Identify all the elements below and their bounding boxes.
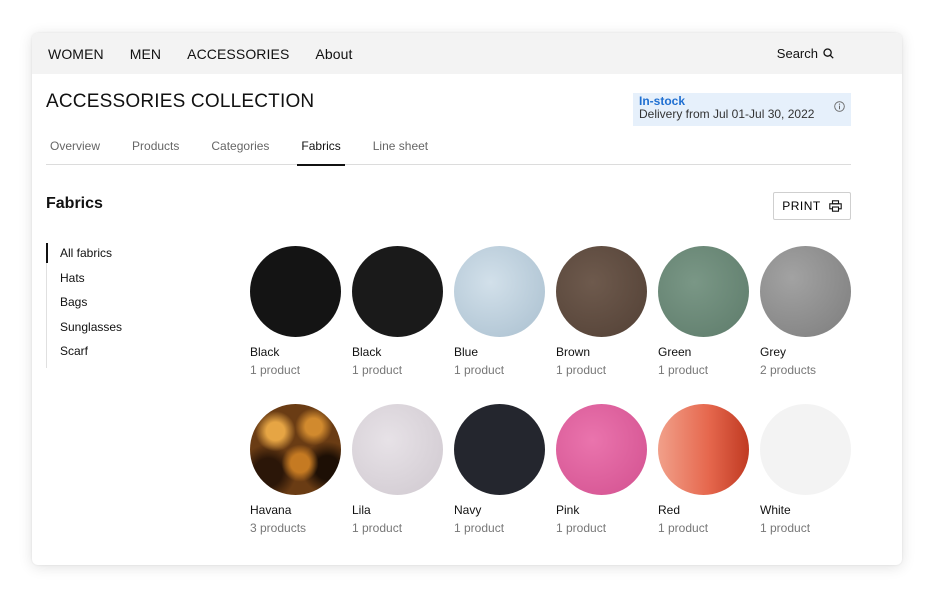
tab-fabrics[interactable]: Fabrics (297, 138, 346, 166)
fabric-name: Blue (454, 345, 479, 359)
fabric-circle (352, 246, 443, 337)
fabric-swatch[interactable]: Havana 3 products (250, 404, 342, 536)
section-title: Fabrics (46, 195, 103, 212)
tab-line-sheet[interactable]: Line sheet (369, 138, 432, 165)
fabric-circle (760, 246, 851, 337)
nav-about[interactable]: About (315, 46, 352, 62)
fabric-swatch[interactable]: Black 1 product (250, 246, 342, 378)
fabric-circle (658, 404, 749, 495)
fabric-circle (658, 246, 749, 337)
fabric-count: 1 product (352, 521, 403, 535)
fabric-swatch[interactable]: Black 1 product (352, 246, 444, 378)
fabric-count: 3 products (250, 521, 307, 535)
sidebar-item-bags[interactable]: Bags (47, 294, 166, 319)
fabric-name: Green (658, 345, 692, 359)
fabric-circle (760, 404, 851, 495)
fabric-count: 1 product (658, 363, 709, 377)
sidebar-item-all-fabrics[interactable]: All fabrics (46, 243, 166, 270)
tab-categories[interactable]: Categories (207, 138, 273, 165)
sidebar-item-hats[interactable]: Hats (47, 270, 166, 295)
fabric-circle (454, 246, 545, 337)
nav-accessories[interactable]: ACCESSORIES (187, 46, 289, 62)
fabric-name: Brown (556, 345, 591, 359)
fabric-name: Havana (250, 503, 292, 517)
fabric-grid: Black 1 product Black 1 product Blue 1 p… (250, 246, 852, 536)
collection-tabs: Overview Products Categories Fabrics Lin… (46, 138, 851, 166)
sidebar-item-sunglasses[interactable]: Sunglasses (47, 319, 166, 344)
fabric-swatch[interactable]: White 1 product (760, 404, 852, 536)
fabric-swatch[interactable]: Blue 1 product (454, 246, 546, 378)
nav-women[interactable]: WOMEN (48, 46, 104, 62)
fabric-filter-sidebar: All fabrics Hats Bags Sunglasses Scarf (46, 243, 166, 368)
page-title: ACCESSORIES COLLECTION (46, 91, 315, 112)
fabric-name: Pink (556, 503, 580, 517)
search-icon (823, 48, 834, 59)
fabric-name: Lila (352, 503, 371, 517)
fabric-count: 1 product (454, 363, 505, 377)
fabric-name: Red (658, 503, 681, 517)
fabric-count: 1 product (658, 521, 709, 535)
fabric-name: Black (250, 345, 280, 359)
fabric-swatch[interactable]: Red 1 product (658, 404, 750, 536)
top-nav: WOMEN MEN ACCESSORIES About Search (32, 33, 902, 74)
tab-overview[interactable]: Overview (46, 138, 104, 165)
delivery-dates: Delivery from Jul 01-Jul 30, 2022 (639, 107, 815, 121)
fabric-swatch[interactable]: Lila 1 product (352, 404, 444, 536)
fabric-circle (556, 246, 647, 337)
search-button[interactable]: Search (777, 46, 834, 61)
search-label: Search (776, 46, 818, 61)
fabric-swatch[interactable]: Pink 1 product (556, 404, 648, 536)
fabric-swatch[interactable]: Grey 2 products (760, 246, 852, 378)
fabric-circle (454, 404, 545, 495)
print-button[interactable]: PRINT (773, 192, 851, 220)
fabric-name: Navy (454, 503, 482, 517)
fabric-name: White (760, 503, 791, 517)
info-icon[interactable] (834, 101, 845, 112)
print-label: PRINT (782, 199, 821, 213)
tab-products[interactable]: Products (128, 138, 183, 165)
sidebar-item-scarf[interactable]: Scarf (47, 343, 166, 368)
fabric-count: 1 product (352, 363, 403, 377)
nav-men[interactable]: MEN (130, 46, 161, 62)
fabric-count: 1 product (760, 521, 811, 535)
fabric-name: Grey (760, 345, 787, 359)
fabric-count: 2 products (760, 363, 817, 377)
fabric-count: 1 product (556, 363, 607, 377)
printer-icon (829, 200, 842, 212)
fabric-swatch[interactable]: Brown 1 product (556, 246, 648, 378)
fabric-circle (250, 246, 341, 337)
fabric-circle (556, 404, 647, 495)
fabric-swatch[interactable]: Green 1 product (658, 246, 750, 378)
fabric-circle (352, 404, 443, 495)
app-window: WOMEN MEN ACCESSORIES About Search ACCES… (32, 33, 902, 565)
fabric-count: 1 product (454, 521, 505, 535)
fabric-count: 1 product (250, 363, 301, 377)
stock-status-box: In-stock Delivery from Jul 01-Jul 30, 20… (633, 93, 851, 126)
fabric-count: 1 product (556, 521, 607, 535)
fabric-name: Black (352, 345, 382, 359)
fabric-swatch[interactable]: Navy 1 product (454, 404, 546, 536)
fabric-circle (250, 404, 341, 495)
